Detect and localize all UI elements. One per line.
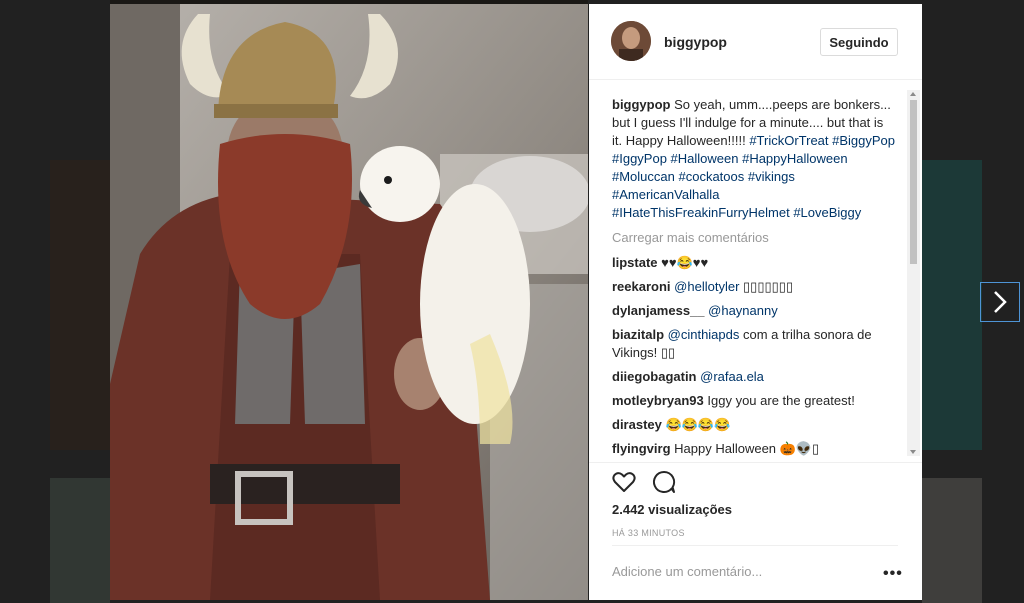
avatar-image bbox=[611, 21, 651, 61]
view-count[interactable]: 2.442 visualizações bbox=[612, 502, 732, 517]
scroll-up-arrow-icon[interactable] bbox=[910, 92, 916, 96]
comment-item: reekaroni @hellotyler ▯▯▯▯▯▯▯ bbox=[612, 278, 896, 296]
comment-username[interactable]: reekaroni bbox=[612, 279, 671, 294]
comment-mention[interactable]: @rafaa.ela bbox=[700, 369, 764, 384]
comment-username[interactable]: lipstate bbox=[612, 255, 658, 270]
chevron-right-icon bbox=[994, 291, 1007, 313]
comments-scrollbar[interactable] bbox=[907, 90, 920, 456]
comment-username[interactable]: biazitalp bbox=[612, 327, 664, 342]
comment-item: lipstate ♥♥😂♥♥ bbox=[612, 254, 896, 272]
comment-text: 😂😂😂😂 bbox=[665, 417, 731, 432]
comment-item: motleybryan93 Iggy you are the greatest! bbox=[612, 392, 896, 410]
avatar[interactable] bbox=[611, 21, 651, 61]
comment-username[interactable]: flyingvirg bbox=[612, 441, 671, 456]
photo-illustration bbox=[110, 4, 588, 600]
comment-username[interactable]: motleybryan93 bbox=[612, 393, 704, 408]
caption-username[interactable]: biggypop bbox=[612, 97, 671, 112]
following-button[interactable]: Seguindo bbox=[820, 28, 898, 56]
add-comment-input[interactable] bbox=[612, 560, 852, 582]
post-header: biggypop Seguindo bbox=[589, 4, 922, 80]
scroll-down-arrow-icon[interactable] bbox=[910, 450, 916, 454]
post-photo[interactable] bbox=[110, 4, 588, 600]
post-author-username[interactable]: biggypop bbox=[664, 34, 727, 50]
comment-mention[interactable]: @cinthiapds bbox=[668, 327, 740, 342]
comment-username[interactable]: dylanjamess__ bbox=[612, 303, 705, 318]
heart-icon[interactable] bbox=[611, 469, 637, 495]
comment-item: diiegobagatin @rafaa.ela bbox=[612, 368, 896, 386]
post-caption: biggypop So yeah, umm....peeps are bonke… bbox=[612, 96, 896, 222]
scrollbar-thumb[interactable] bbox=[910, 100, 917, 264]
add-comment-section: ••• bbox=[612, 545, 902, 598]
comments-list[interactable]: biggypop So yeah, umm....peeps are bonke… bbox=[589, 90, 922, 460]
comment-text: ♥♥😂♥♥ bbox=[661, 255, 709, 270]
load-more-comments-link[interactable]: Carregar mais comentários bbox=[612, 230, 769, 245]
comment-text: ▯▯▯▯▯▯▯ bbox=[743, 279, 794, 294]
comment-mention[interactable]: @hellotyler bbox=[674, 279, 739, 294]
next-post-button[interactable] bbox=[980, 282, 1020, 322]
comment-item: flyingvirg Happy Halloween 🎃👽▯ bbox=[612, 440, 896, 458]
comment-text: Iggy you are the greatest! bbox=[707, 393, 855, 408]
comment-mention[interactable]: @haynanny bbox=[708, 303, 778, 318]
comment-username[interactable]: diiegobagatin bbox=[612, 369, 697, 384]
comment-bubble-icon[interactable] bbox=[651, 469, 677, 495]
comment-item: biazitalp @cinthiapds com a trilha sonor… bbox=[612, 326, 896, 362]
comment-item: dylanjamess__ @haynanny bbox=[612, 302, 896, 320]
comment-text: Happy Halloween 🎃👽▯ bbox=[674, 441, 820, 456]
more-options-icon[interactable]: ••• bbox=[883, 565, 903, 583]
comment-username[interactable]: dirastey bbox=[612, 417, 662, 432]
comment-item: dirastey 😂😂😂😂 bbox=[612, 416, 896, 434]
post-timestamp[interactable]: HÁ 33 MINUTOS bbox=[612, 528, 685, 538]
post-actions bbox=[589, 462, 922, 493]
post-sidebar: biggypop Seguindo biggypop So yeah, umm.… bbox=[589, 4, 922, 600]
